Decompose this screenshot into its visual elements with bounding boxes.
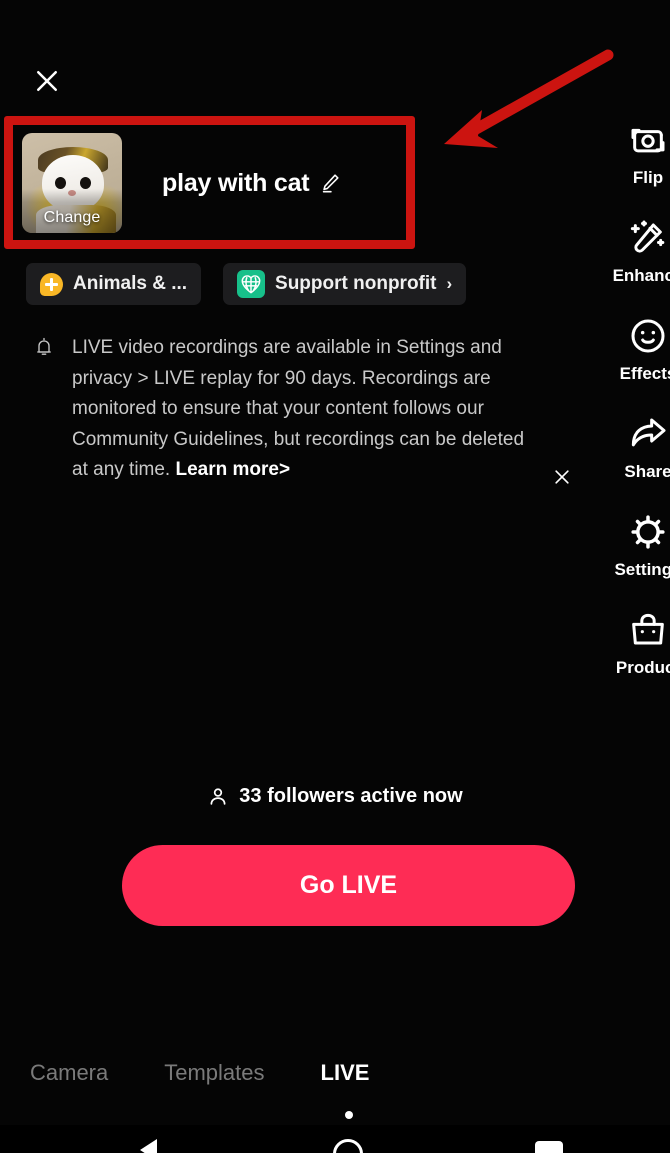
sidebar-label-settings: Settings <box>614 560 670 579</box>
sidebar-item-settings[interactable]: Settings <box>604 510 670 580</box>
bell-icon <box>34 337 54 357</box>
sidebar-item-effects[interactable]: Effects <box>604 314 670 384</box>
tab-live[interactable]: LIVE <box>321 1060 370 1086</box>
gear-icon <box>628 510 668 554</box>
cat-eye-left <box>55 177 66 189</box>
followers-active-row: 33 followers active now <box>0 785 670 808</box>
category-chip[interactable]: Animals & ... <box>26 263 202 305</box>
android-navbar <box>0 1125 670 1153</box>
smiley-face-icon <box>628 314 668 358</box>
shopping-bag-icon <box>628 608 668 652</box>
circle-home-icon[interactable] <box>333 1139 363 1153</box>
sidebar-label-effects: Effects <box>619 364 670 383</box>
active-tab-indicator <box>345 1111 353 1119</box>
share-arrow-icon <box>628 412 668 456</box>
globe-heart-icon <box>237 270 266 298</box>
person-icon <box>207 786 229 808</box>
sidebar-label-enhance: Enhance <box>612 266 670 285</box>
magic-wand-icon <box>628 216 668 260</box>
live-recording-notice: LIVE video recordings are available in S… <box>34 333 574 486</box>
sidebar-label-product: Product <box>615 658 670 677</box>
close-icon <box>555 470 569 484</box>
notice-text: LIVE video recordings are available in S… <box>72 333 542 486</box>
nonprofit-chip[interactable]: Support nonprofit › <box>223 263 467 305</box>
category-chip-label: Animals & ... <box>73 273 188 294</box>
nonprofit-chip-label: Support nonprofit <box>275 273 437 294</box>
tab-templates[interactable]: Templates <box>164 1060 264 1086</box>
close-icon <box>37 71 57 91</box>
sidebar-item-enhance[interactable]: Enhance <box>604 216 670 286</box>
cat-eye-right <box>80 177 91 189</box>
notice-body: LIVE video recordings are available in S… <box>72 337 525 480</box>
sidebar-item-share[interactable]: Share <box>604 412 670 482</box>
cover-thumbnail-button[interactable]: Change <box>22 133 122 233</box>
square-recents-icon[interactable] <box>535 1141 563 1153</box>
change-cover-label: Change <box>43 209 101 226</box>
mode-tabs: Camera Templates LIVE <box>0 1060 670 1086</box>
chevron-right-icon: › <box>446 274 453 293</box>
sidebar-item-product[interactable]: Product <box>604 608 670 678</box>
camera-flip-icon <box>628 118 668 162</box>
chips-row: Animals & ... Support nonprofit › <box>26 263 467 305</box>
tab-camera[interactable]: Camera <box>30 1060 108 1086</box>
stream-title-block[interactable]: play with cat <box>162 169 341 198</box>
paw-plus-icon <box>40 272 63 296</box>
close-button[interactable] <box>26 60 68 102</box>
pencil-icon[interactable] <box>319 172 341 194</box>
stream-info-row[interactable]: Change play with cat <box>22 128 402 238</box>
stream-title: play with cat <box>162 168 310 197</box>
go-live-button[interactable]: Go LIVE <box>122 845 575 926</box>
sidebar-label-flip: Flip <box>632 168 664 187</box>
sidebar-item-flip[interactable]: Flip <box>604 118 670 188</box>
followers-text: 33 followers active now <box>239 785 463 807</box>
tools-sidebar: Flip Enhanc e <box>604 118 670 706</box>
triangle-back-icon[interactable] <box>140 1139 157 1153</box>
notice-close-button[interactable] <box>545 460 579 494</box>
learn-more-link[interactable]: Learn more> <box>176 459 291 480</box>
sidebar-label-share: Share <box>624 462 670 481</box>
live-setup-screen: Change play with cat Animals & ... Suppo… <box>0 0 670 1153</box>
